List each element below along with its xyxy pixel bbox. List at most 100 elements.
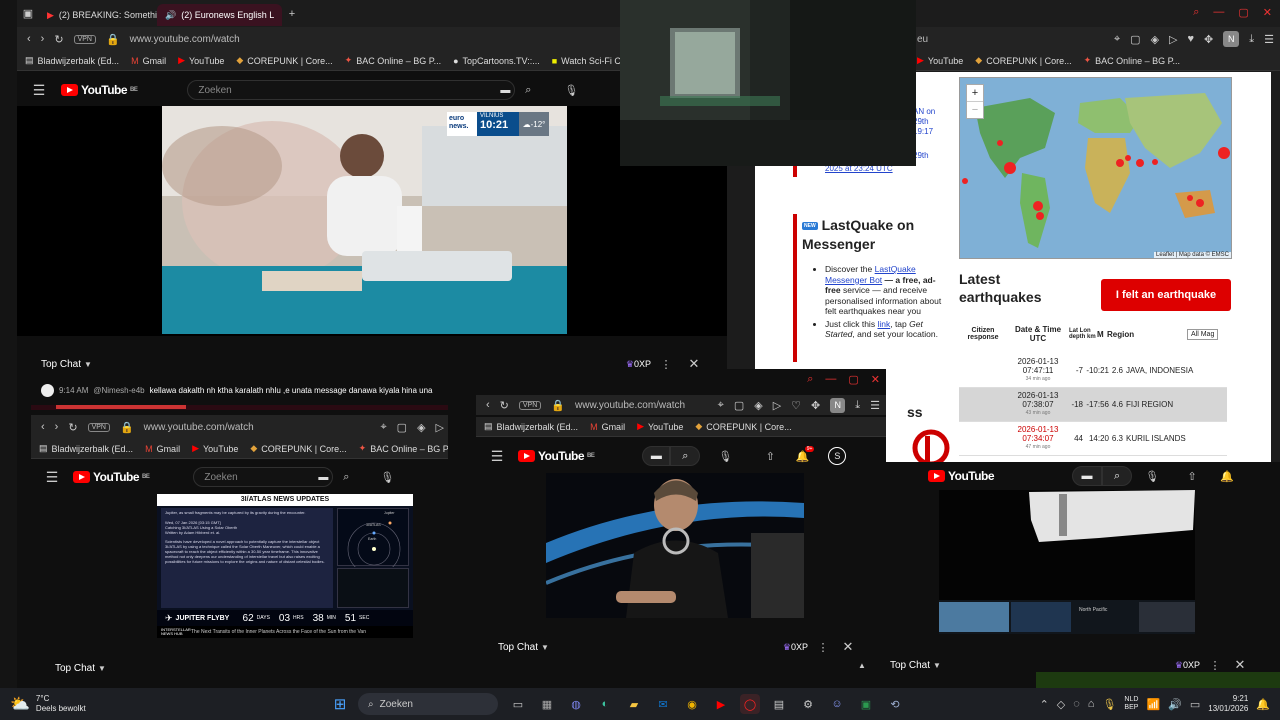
- url-text[interactable]: eu: [917, 34, 928, 45]
- chevron-down-icon[interactable]: ▼: [84, 360, 92, 369]
- teams-icon[interactable]: ◍: [566, 694, 586, 714]
- quake-row[interactable]: 2026-01-13 07:47:11 34 min ago -7 -10:21 2…: [959, 354, 1227, 388]
- notification-icon[interactable]: 🔔: [1256, 698, 1270, 711]
- store-icon[interactable]: ▦: [537, 694, 557, 714]
- bookmark-bac[interactable]: ✦ BAC Online – BG P...: [1084, 55, 1180, 66]
- extensions-icon[interactable]: ✥: [1204, 33, 1213, 46]
- battery-icon[interactable]: ▭: [1190, 698, 1200, 711]
- forward-icon[interactable]: ›: [41, 33, 45, 45]
- maximize-icon[interactable]: ▢: [1238, 6, 1248, 19]
- camera-icon[interactable]: ⌖: [1114, 33, 1120, 46]
- youtube-logo[interactable]: YouTube: [928, 469, 995, 483]
- back-icon[interactable]: ‹: [41, 421, 45, 433]
- search-button[interactable]: ⌕: [670, 446, 701, 466]
- calculator-icon[interactable]: ▤: [769, 694, 789, 714]
- tab-euronews[interactable]: 🔊 (2) Euronews English L: [157, 4, 282, 26]
- wifi-icon[interactable]: 📶: [1146, 698, 1160, 711]
- bookmark-bac[interactable]: ✦ BAC Online – BG P...: [359, 443, 448, 454]
- youtube-logo[interactable]: YouTube BE: [61, 83, 138, 97]
- youtube-app-icon[interactable]: ▶: [711, 694, 731, 714]
- edge-icon[interactable]: ◐: [595, 694, 615, 714]
- bookmark-topcartoons[interactable]: ● TopCartoons.TV::...: [453, 56, 540, 66]
- excel-icon[interactable]: ▣: [856, 694, 876, 714]
- snapshot-icon[interactable]: ▢: [734, 399, 744, 412]
- bookmark-corepunk[interactable]: ◆ COREPUNK | Core...: [236, 55, 332, 66]
- forward-icon[interactable]: ›: [55, 421, 59, 433]
- zoom-in-button[interactable]: +: [967, 85, 983, 102]
- chat-title[interactable]: Top Chat: [55, 663, 95, 674]
- send-icon[interactable]: ▷: [773, 399, 781, 412]
- bookmark-gmail[interactable]: M Gmail: [590, 422, 625, 432]
- bookmark-youtube[interactable]: ▶ YouTube: [637, 421, 683, 432]
- download-icon[interactable]: ⤓: [855, 399, 860, 412]
- bookmark-folder[interactable]: ▤ Bladwijzerbalk (Ed...: [25, 55, 119, 66]
- magnitude-filter[interactable]: All Mag: [1187, 328, 1219, 340]
- bookmark-corepunk[interactable]: ◆ COREPUNK | Core...: [250, 443, 346, 454]
- webcam-overlay[interactable]: [620, 0, 916, 166]
- steam-icon[interactable]: ⟲: [885, 694, 905, 714]
- mic-icon[interactable]: 🎙: [359, 471, 415, 484]
- download-icon[interactable]: ⤓: [1249, 33, 1254, 46]
- close-icon[interactable]: ✕: [871, 373, 880, 386]
- close-icon[interactable]: ✕: [838, 639, 858, 655]
- xp-badge[interactable]: ♛0XP: [783, 642, 808, 653]
- shield-icon[interactable]: ◈: [754, 399, 762, 412]
- dropbox-icon[interactable]: ◇: [1057, 698, 1065, 711]
- search-icon[interactable]: ⌕: [807, 373, 813, 386]
- bookmark-corepunk[interactable]: ◆ COREPUNK | Core...: [975, 55, 1071, 66]
- chevron-down-icon[interactable]: ▼: [541, 643, 549, 652]
- taskbar-search[interactable]: ⌕ Zoeken: [358, 693, 498, 715]
- bookmark-bac[interactable]: ✦ BAC Online – BG P...: [345, 55, 441, 66]
- bookmark-gmail[interactable]: M Gmail: [145, 444, 180, 454]
- discord-icon[interactable]: ☺: [827, 694, 847, 714]
- bookmark-youtube[interactable]: ▶ YouTube: [192, 443, 238, 454]
- tab-overview-icon[interactable]: ▣: [17, 7, 39, 20]
- keyboard-button[interactable]: ▬: [1072, 466, 1103, 486]
- usb-icon[interactable]: ⌂: [1088, 698, 1095, 710]
- extensions-icon[interactable]: ✥: [811, 399, 820, 412]
- close-icon[interactable]: ✕: [1230, 657, 1250, 673]
- bell-icon[interactable]: 🔔 9+: [790, 445, 815, 463]
- share-icon[interactable]: ⇧: [1172, 470, 1212, 483]
- close-icon[interactable]: ✕: [1263, 6, 1272, 19]
- send-icon[interactable]: ▷: [1169, 33, 1177, 46]
- search-icon[interactable]: ⌕: [1193, 6, 1199, 19]
- back-icon[interactable]: ‹: [486, 399, 490, 411]
- video-player[interactable]: 3I/ATLAS NEWS UPDATES Jupiter, as small …: [157, 494, 413, 638]
- search-input[interactable]: Zoeken ▬: [187, 80, 516, 100]
- mic-tray-icon[interactable]: 🎙: [1102, 698, 1116, 711]
- url-text[interactable]: www.youtube.com/watch: [130, 34, 240, 45]
- search-icon[interactable]: ⌕: [515, 84, 541, 97]
- profile-avatar[interactable]: N: [1223, 31, 1240, 47]
- network-tray-icon[interactable]: ◌: [1073, 698, 1080, 710]
- heart-icon[interactable]: ♡: [791, 399, 801, 412]
- bookmark-folder[interactable]: ▤ Bladwijzerbalk (Ed...: [484, 421, 578, 432]
- earthquake-map[interactable]: + − Leaflet | Map data © EMSC: [959, 77, 1232, 259]
- video-player[interactable]: [546, 473, 804, 618]
- quake-row[interactable]: 2026-01-13 07:38:07 43 min ago -18 -17:56 …: [959, 388, 1227, 422]
- mic-icon[interactable]: 🎙: [541, 84, 601, 97]
- snapshot-icon[interactable]: ▢: [1130, 33, 1140, 46]
- outlook-icon[interactable]: ✉: [653, 694, 673, 714]
- minimize-icon[interactable]: —: [1213, 6, 1224, 19]
- reload-icon[interactable]: ↻: [500, 399, 509, 412]
- menu-icon[interactable]: ☰: [31, 469, 73, 486]
- mic-icon[interactable]: 🎙: [700, 450, 750, 463]
- more-icon[interactable]: ⋮: [1200, 659, 1230, 672]
- bookmark-gmail[interactable]: M Gmail: [131, 56, 166, 66]
- menu-icon[interactable]: ☰: [1264, 33, 1274, 46]
- bookmark-youtube[interactable]: ▶ YouTube: [178, 55, 224, 66]
- mic-icon[interactable]: 🎙: [1132, 470, 1172, 483]
- clock[interactable]: 9:21 13/01/2026: [1208, 694, 1248, 714]
- url-text[interactable]: www.youtube.com/watch: [144, 422, 254, 433]
- opera-icon[interactable]: ◯: [740, 694, 760, 714]
- reload-icon[interactable]: ↻: [68, 421, 77, 434]
- get-started-link[interactable]: link: [877, 319, 890, 329]
- chevron-down-icon[interactable]: ▼: [98, 664, 106, 673]
- language-indicator[interactable]: NLD BEP: [1124, 696, 1138, 712]
- keyboard-icon[interactable]: ▬: [500, 85, 510, 96]
- bookmark-youtube[interactable]: ▶ YouTube: [917, 55, 963, 66]
- minimize-icon[interactable]: —: [825, 373, 836, 386]
- profile-avatar[interactable]: N: [830, 397, 846, 413]
- maximize-icon[interactable]: ▢: [848, 373, 858, 386]
